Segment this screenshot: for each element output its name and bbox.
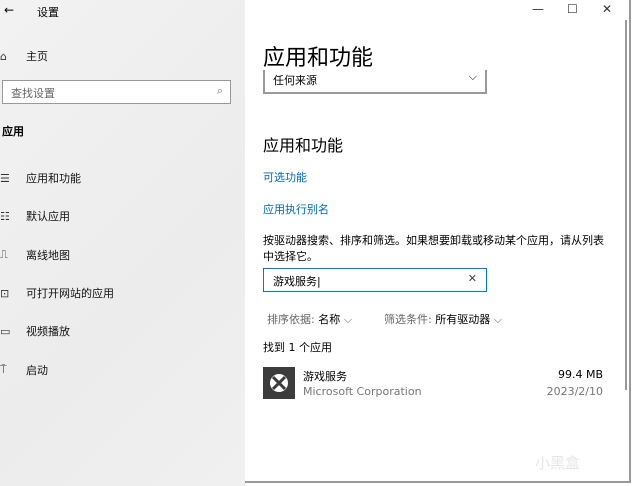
app-name: 游戏服务 [303,370,347,383]
search-value: 游戏服务 [273,275,317,288]
startup-icon: ⍑ [0,363,7,376]
back-button[interactable]: ← [4,3,14,17]
window-title: 设置 [37,6,59,19]
filter-dropdown[interactable]: 筛选条件: 所有驱动器 ⌵ [384,311,502,327]
apps-for-websites-icon: ⊡ [0,286,10,300]
nav-label: 应用和功能 [26,172,81,185]
chevron-down-icon: ⌵ [493,313,503,326]
filter-label: 筛选条件: [384,313,432,326]
sidebar: ← 设置 ⌂ 主页 查找设置 ⌕ 应用 ☰ 应用和功能 ☷ 默认应用 ⎍ 离线地图 ⊡ 可… [0,0,245,486]
sort-label: 排序依据: [267,313,315,326]
watermark: 小黑盒 [535,454,581,472]
sort-dropdown[interactable]: 排序依据: 名称 ⌵ [267,311,352,327]
minimize-button[interactable]: — [532,2,544,16]
nav-label: 离线地图 [26,249,70,262]
xbox-icon [263,367,295,399]
nav-label: 启动 [26,364,48,377]
nav-label: 默认应用 [26,210,70,223]
main-content: — ☐ ✕ 应用和功能 任何来源 ⌵ 应用和功能 可选功能 应用执行别名 按驱动… [245,0,631,483]
sidebar-item-video-playback[interactable]: ▭ 视频播放 [0,323,70,339]
sidebar-item-apps-websites[interactable]: ⊡ 可打开网站的应用 [0,285,114,301]
sidebar-item-apps-features[interactable]: ☰ 应用和功能 [0,170,81,186]
result-count: 找到 1 个应用 [263,341,332,354]
app-alias-link[interactable]: 应用执行别名 [263,201,329,217]
clear-icon[interactable]: ✕ [468,272,477,285]
sidebar-item-startup[interactable]: ⍑ 启动 [0,362,48,378]
search-placeholder: 查找设置 [11,87,55,100]
filter-value: 所有驱动器 [435,313,491,326]
app-publisher: Microsoft Corporation [303,385,422,398]
close-button[interactable]: ✕ [602,2,612,16]
chevron-down-icon: ⌵ [343,313,353,326]
app-size: 99.4 MB [557,368,603,381]
search-settings-input[interactable]: 查找设置 ⌕ [2,80,231,104]
sidebar-item-offline-maps[interactable]: ⎍ 离线地图 [0,247,70,263]
sort-value: 名称 [318,313,341,326]
app-date: 2023/2/10 [546,385,603,398]
section-title: 应用和功能 [263,136,344,155]
optional-features-link[interactable]: 可选功能 [263,169,307,185]
section-heading: 应用 [2,125,24,138]
nav-label: 可打开网站的应用 [26,287,114,300]
default-apps-icon: ☷ [0,209,10,223]
chevron-down-icon: ⌵ [468,70,477,83]
search-icon: ⌕ [216,84,223,97]
app-list-item[interactable]: 游戏服务 Microsoft Corporation 99.4 MB 2023/… [263,366,603,400]
apps-features-icon: ☰ [0,171,10,185]
sidebar-item-home[interactable]: ⌂ 主页 [0,48,48,64]
scrollbar[interactable] [625,20,627,390]
home-label: 主页 [26,50,48,63]
app-search-input[interactable]: 游戏服务| ✕ [263,268,487,292]
offline-maps-icon: ⎍ [0,248,8,261]
home-icon: ⌂ [0,49,7,63]
maximize-button[interactable]: ☐ [567,2,578,16]
nav-label: 视频播放 [26,325,70,338]
video-playback-icon: ▭ [0,324,11,338]
source-dropdown[interactable]: 任何来源 ⌵ [263,70,487,94]
description: 按驱动器搜索、排序和筛选。如果想要卸载或移动某个应用，请从列表中选择它。 [263,234,604,263]
page-title: 应用和功能 [263,46,374,71]
sidebar-item-default-apps[interactable]: ☷ 默认应用 [0,208,70,224]
source-value: 任何来源 [273,74,317,87]
